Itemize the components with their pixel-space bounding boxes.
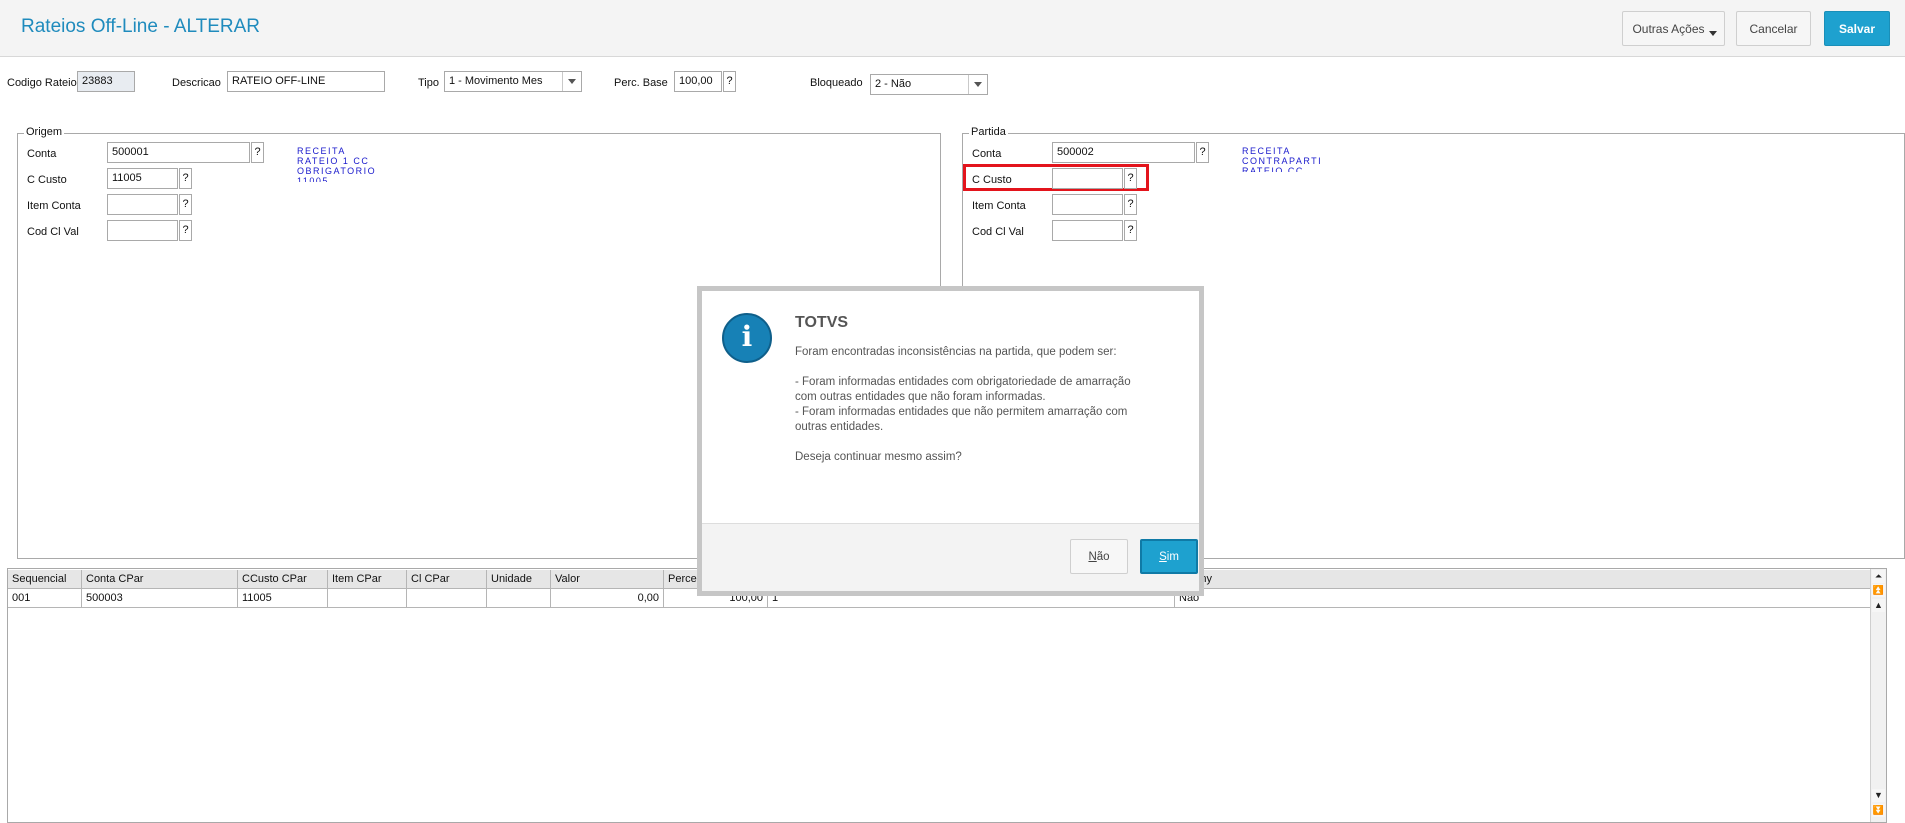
yes-button[interactable]: Sim [1140,539,1198,574]
grid-header-cell[interactable]: mpany [1175,570,1886,589]
dialog-message: Foram encontradas inconsistências na par… [795,345,1185,465]
partida-cod-cl-val-help-button[interactable]: ? [1124,220,1137,241]
bloqueado-value: 2 - Não [875,78,912,90]
grid-cell[interactable] [487,589,551,608]
partida-conta-label: Conta [972,148,1002,160]
bloqueado-select[interactable]: 2 - Não [870,74,988,95]
cancel-button[interactable]: Cancelar [1736,11,1811,46]
grid-cell[interactable]: Não [1175,589,1886,608]
chevron-down-icon [562,72,581,91]
scroll-down-icon[interactable]: ▼ [1872,789,1885,802]
origem-item-conta-help-button[interactable]: ? [179,194,192,215]
origem-item-conta-field[interactable] [107,194,178,215]
origem-conta-help-button[interactable]: ? [251,142,264,163]
partida-ccusto-label: C Custo [972,174,1012,186]
grid-cell[interactable] [328,589,407,608]
origem-conta-label: Conta [27,148,57,160]
cancel-label: Cancelar [1749,21,1798,36]
origem-cod-cl-val-help-button[interactable]: ? [179,220,192,241]
partida-info-text: RECEITA CONTRAPARTI RATEIO CC [1242,146,1323,172]
scroll-page-up-icon[interactable]: ⏫ [1872,584,1885,597]
partida-conta-help-button[interactable]: ? [1196,142,1209,163]
origem-cod-cl-val-field[interactable] [107,220,178,241]
header-bar: Rateios Off-Line - ALTERAR Outras Ações … [0,0,1905,57]
dialog-line: Foram encontradas inconsistências na par… [795,346,1117,358]
origem-cod-cl-val-label: Cod Cl Val [27,226,79,238]
grid-header-cell[interactable]: CCusto CPar [238,570,328,589]
origem-ccusto-field[interactable]: 11005 [107,168,178,189]
grid-header-cell[interactable]: Valor [551,570,664,589]
descricao-field[interactable]: RATEIO OFF-LINE [227,71,385,92]
grid-cell[interactable]: 001 [8,589,82,608]
scroll-up-icon[interactable]: ▲ [1872,599,1885,612]
perc-base-label: Perc. Base [614,77,668,89]
scroll-top-icon[interactable]: ⏶ [1872,570,1885,583]
partida-cod-cl-val-field[interactable] [1052,220,1123,241]
dialog-line: - Foram informadas entidades com obrigat… [795,376,1131,388]
partida-item-conta-help-button[interactable]: ? [1124,194,1137,215]
grid-cell[interactable]: 500003 [82,589,238,608]
info-icon: i [722,313,772,363]
codigo-rateio-label: Codigo Rateio [7,77,77,89]
grid-header-cell[interactable]: Sequencial [8,570,82,589]
dialog-line: Deseja continuar mesmo assim? [795,451,962,463]
grid-cell[interactable]: 11005 [238,589,328,608]
grid-header-cell[interactable]: Item CPar [328,570,407,589]
confirm-dialog: i TOTVS Foram encontradas inconsistência… [697,286,1204,596]
grid-scrollbar[interactable]: ⏶ ⏫ ▲ ▼ ⏬ [1870,569,1886,822]
partida-item-conta-label: Item Conta [972,200,1026,212]
chevron-down-icon [968,75,987,94]
other-actions-button[interactable]: Outras Ações [1622,11,1725,46]
window: Rateios Off-Line - ALTERAR Outras Ações … [0,0,1905,823]
dialog-line: outras entidades. [795,421,884,433]
perc-base-field[interactable]: 100,00 [674,71,722,92]
no-button-label: ão [1096,550,1110,563]
dialog-title: TOTVS [795,314,849,331]
origem-ccusto-label: C Custo [27,174,67,186]
origem-legend: Origem [24,126,65,138]
partida-ccusto-help-button[interactable]: ? [1124,168,1137,189]
no-button-mnemonic: N [1088,550,1097,563]
tipo-value: 1 - Movimento Mes [449,75,543,87]
partida-ccusto-field[interactable] [1052,168,1123,189]
grid-header-cell[interactable]: Unidade [487,570,551,589]
partidas-grid: Sequencial Conta CPar CCusto CPar Item C… [7,568,1887,823]
origem-info-text: RECEITA RATEIO 1 CC OBRIGATORIO 11005 [297,146,377,182]
origem-conta-field[interactable]: 500001 [107,142,250,163]
dialog-line: com outras entidades que não foram infor… [795,391,1046,403]
origem-item-conta-label: Item Conta [27,200,81,212]
yes-button-label: im [1166,550,1179,563]
descricao-label: Descricao [172,77,221,89]
no-button[interactable]: Não [1070,539,1128,574]
other-actions-label: Outras Ações [1632,21,1705,36]
tipo-select[interactable]: 1 - Movimento Mes [444,71,582,92]
save-label: Salvar [1838,21,1876,36]
grid-header-cell[interactable]: Conta CPar [82,570,238,589]
page-title: Rateios Off-Line - ALTERAR [21,16,261,37]
scroll-page-down-icon[interactable]: ⏬ [1872,804,1885,817]
dialog-footer: Não Sim [702,523,1199,591]
codigo-rateio-field[interactable]: 23883 [77,71,135,92]
chevron-down-icon [1709,31,1717,36]
yes-button-mnemonic: S [1159,550,1167,563]
perc-base-help-button[interactable]: ? [723,71,736,92]
grid-header-cell[interactable]: Cl CPar [407,570,487,589]
tipo-label: Tipo [418,77,439,89]
grid-cell[interactable]: 0,00 [551,589,664,608]
save-button[interactable]: Salvar [1824,11,1890,46]
partida-legend: Partida [969,126,1008,138]
origem-ccusto-help-button[interactable]: ? [179,168,192,189]
partida-item-conta-field[interactable] [1052,194,1123,215]
dialog-line: - Foram informadas entidades que não per… [795,406,1128,418]
bloqueado-label: Bloqueado [810,77,863,89]
partida-cod-cl-val-label: Cod Cl Val [972,226,1024,238]
partida-conta-field[interactable]: 500002 [1052,142,1195,163]
grid-cell[interactable] [407,589,487,608]
